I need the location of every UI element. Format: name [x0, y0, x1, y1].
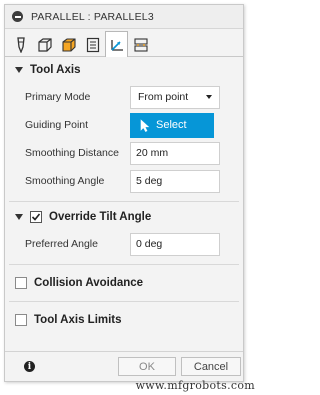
expand-arrow-icon [15, 67, 23, 73]
guiding-point-select-button[interactable]: Select [130, 112, 214, 138]
smoothing-angle-field[interactable]: 5 deg [130, 169, 220, 193]
parallel-dialog: PARALLEL : PARALLEL3 Tool Axis Primary M… [4, 4, 244, 382]
geometry-icon [37, 37, 52, 52]
tool-icon [16, 36, 25, 53]
info-icon[interactable]: i [24, 361, 35, 372]
section-divider [9, 201, 239, 202]
checkmark-icon [31, 213, 41, 221]
select-label: Select [156, 119, 187, 131]
tab-strip [5, 29, 243, 57]
chevron-down-icon [206, 95, 212, 99]
guiding-point-row: Guiding Point Select [5, 111, 243, 139]
dialog-titlebar: PARALLEL : PARALLEL3 [5, 5, 243, 29]
tool-axis-header[interactable]: Tool Axis [5, 57, 243, 83]
ok-button[interactable]: OK [118, 357, 176, 376]
expand-arrow-icon [15, 214, 23, 220]
collision-avoidance-checkbox[interactable] [15, 277, 27, 289]
tool-axis-limits-title: Tool Axis Limits [34, 314, 122, 326]
cancel-button[interactable]: Cancel [181, 357, 241, 376]
tool-axis-limits-header[interactable]: Tool Axis Limits [5, 302, 243, 338]
smoothing-distance-label: Smoothing Distance [25, 147, 119, 159]
smoothing-distance-row: Smoothing Distance 20 mm [5, 139, 243, 167]
collapse-icon[interactable] [12, 11, 23, 22]
collision-avoidance-title: Collision Avoidance [34, 277, 144, 289]
tool-axis-section: Tool Axis Primary Mode From point Guidin… [5, 57, 243, 195]
heights-icon [61, 37, 76, 52]
linking-icon [133, 37, 148, 52]
watermark-text: www.mfgrobots.com [135, 379, 255, 392]
override-tilt-header[interactable]: Override Tilt Angle [5, 204, 243, 230]
override-tilt-checkbox[interactable] [30, 211, 42, 223]
tool-axis-title: Tool Axis [30, 64, 81, 76]
primary-mode-label: Primary Mode [25, 91, 91, 103]
tab-multi-axis[interactable] [105, 31, 128, 57]
tool-axis-limits-checkbox[interactable] [15, 314, 27, 326]
override-tilt-title: Override Tilt Angle [49, 211, 152, 223]
primary-mode-dropdown[interactable]: From point [130, 85, 220, 109]
override-tilt-section: Override Tilt Angle Preferred Angle 0 de… [5, 204, 243, 258]
primary-mode-value: From point [138, 91, 189, 103]
guiding-point-label: Guiding Point [25, 119, 89, 131]
preferred-angle-row: Preferred Angle 0 deg [5, 230, 243, 258]
smoothing-angle-label: Smoothing Angle [25, 175, 105, 187]
tab-geometry[interactable] [33, 32, 56, 56]
primary-mode-row: Primary Mode From point [5, 83, 243, 111]
preferred-angle-field[interactable]: 0 deg [130, 232, 220, 256]
tab-tool[interactable] [9, 32, 32, 56]
dialog-footer: i OK Cancel [5, 351, 243, 381]
preferred-angle-label: Preferred Angle [25, 238, 98, 250]
smoothing-distance-field[interactable]: 20 mm [130, 141, 220, 165]
collision-avoidance-header[interactable]: Collision Avoidance [5, 265, 243, 301]
cursor-arrow-icon [140, 118, 150, 132]
multi-axis-icon [110, 39, 123, 51]
passes-icon [86, 37, 99, 52]
tab-passes[interactable] [81, 32, 104, 56]
tab-heights[interactable] [57, 32, 80, 56]
tab-linking[interactable] [129, 32, 152, 56]
dialog-title: PARALLEL : PARALLEL3 [31, 10, 154, 23]
smoothing-angle-row: Smoothing Angle 5 deg [5, 167, 243, 195]
